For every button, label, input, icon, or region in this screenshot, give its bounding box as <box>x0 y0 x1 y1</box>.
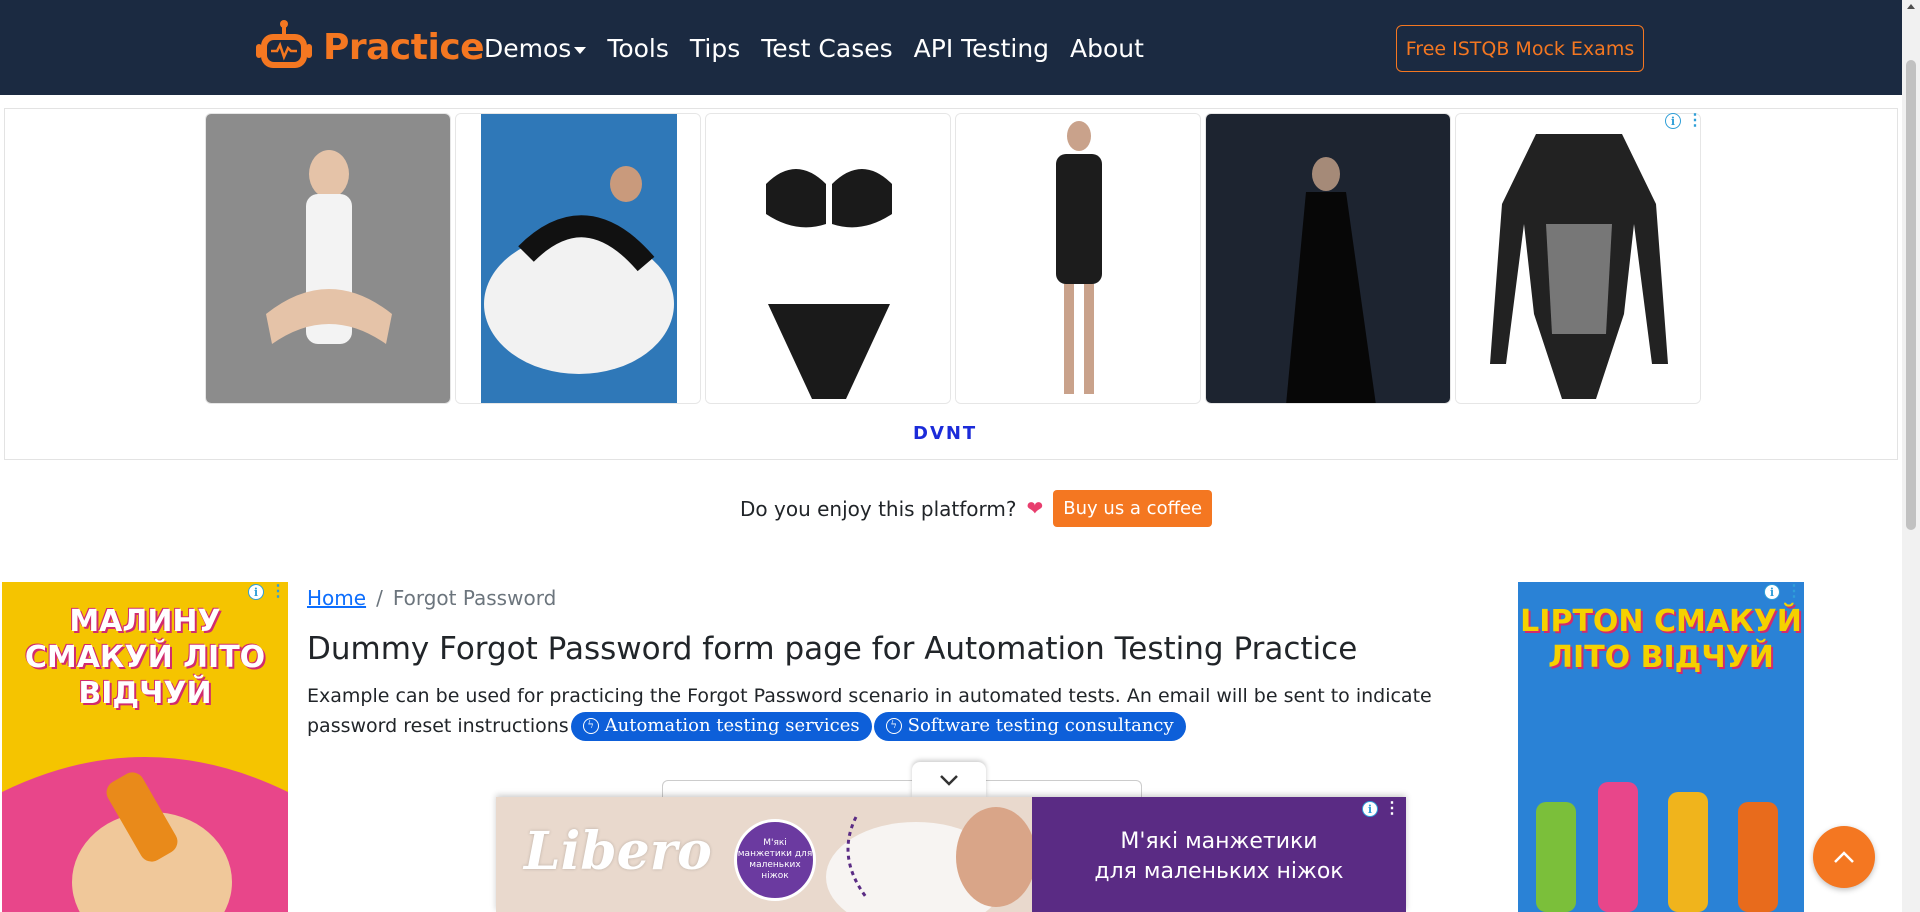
info-icon[interactable]: i <box>1362 801 1378 817</box>
automation-testing-services-link[interactable]: ϟ Automation testing services <box>570 712 872 741</box>
ad-slogan-line-1: М'які манжетики <box>1120 829 1318 854</box>
ad-product-image[interactable] <box>705 113 951 404</box>
bottom-anchor-ad[interactable]: Libero М'які манжетики для маленьких ніж… <box>496 797 1406 912</box>
more-options-icon[interactable]: ⋮ <box>1687 113 1703 129</box>
brand-name: Practice <box>323 26 485 68</box>
breadcrumb-home-link[interactable]: Home <box>307 586 366 610</box>
right-ad-headline: LIPTON СМАКУЙ ЛІТО ВІДЧУЙ <box>1520 604 1802 675</box>
more-options-icon[interactable]: ⋮ <box>270 584 286 600</box>
istqb-mock-exams-button[interactable]: Free ISTQB Mock Exams <box>1396 25 1644 72</box>
info-icon[interactable]: i <box>1764 584 1780 600</box>
right-side-ad[interactable]: LIPTON СМАКУЙ ЛІТО ВІДЧУЙ i ⋮ <box>1518 582 1804 912</box>
ad-product-image[interactable] <box>1455 113 1701 404</box>
ad-photo-white-dress <box>206 114 450 403</box>
ad-product-image[interactable] <box>205 113 451 404</box>
ad-brand-logo: Libero <box>524 821 712 882</box>
nav-tips[interactable]: Tips <box>690 34 740 63</box>
main-nav: Demos Tools Tips Test Cases API Testing … <box>484 34 1165 63</box>
ad-photo-black-gown <box>1206 114 1450 403</box>
nav-demos[interactable]: Demos <box>484 34 587 63</box>
ad-product-image[interactable] <box>955 113 1201 404</box>
ad-illustration <box>2 757 288 912</box>
ad-brand-name[interactable]: DVNT <box>913 423 977 444</box>
ad-choices[interactable]: i ⋮ <box>1362 801 1400 817</box>
more-options-icon[interactable]: ⋮ <box>1384 801 1400 817</box>
scroll-up-arrow-icon[interactable] <box>1907 4 1915 9</box>
software-testing-consultancy-link[interactable]: ϟ Software testing consultancy <box>873 712 1186 741</box>
bolt-icon: ϟ <box>582 718 599 734</box>
breadcrumb-separator: / <box>376 586 383 610</box>
top-navbar: Practice Demos Tools Tips Test Cases API… <box>0 0 1902 95</box>
top-ad-banner[interactable]: i ⋮ DVNT <box>4 108 1898 460</box>
left-side-ad[interactable]: МАЛИНУ СМАКУЙ ЛІТО ВІДЧУЙ i ⋮ <box>2 582 288 912</box>
ad-bottles-illustration <box>1536 782 1778 912</box>
ad-photo-bikini <box>706 114 950 403</box>
nav-about[interactable]: About <box>1070 34 1144 63</box>
chip-label: Software testing consultancy <box>907 715 1174 736</box>
info-icon[interactable]: i <box>248 584 264 600</box>
ad-baby-illustration <box>826 807 1032 912</box>
info-icon[interactable]: i <box>1665 113 1681 129</box>
support-prompt-text: Do you enjoy this platform? <box>740 496 1017 521</box>
caret-down-icon <box>574 46 587 54</box>
ad-choices[interactable]: i ⋮ <box>1665 113 1703 129</box>
brand-link[interactable]: Practice <box>255 18 485 76</box>
chevron-up-icon <box>1834 851 1854 863</box>
nav-api-testing[interactable]: API Testing <box>914 34 1049 63</box>
more-options-icon[interactable]: ⋮ <box>1786 584 1802 600</box>
page-scrollbar[interactable] <box>1902 0 1920 912</box>
breadcrumb-current: Forgot Password <box>392 586 557 610</box>
nav-tools[interactable]: Tools <box>607 34 669 63</box>
ad-photo-leather-dress <box>956 114 1200 403</box>
page-title: Dummy Forgot Password form page for Auto… <box>307 631 1358 667</box>
scrollbar-thumb[interactable] <box>1906 60 1916 530</box>
chevron-down-icon <box>940 775 958 786</box>
robot-logo-icon <box>256 20 312 68</box>
ad-product-image[interactable] <box>455 113 701 404</box>
nav-test-cases[interactable]: Test Cases <box>761 34 892 63</box>
ad-product-image[interactable] <box>1205 113 1451 404</box>
page-description: Example can be used for practicing the F… <box>307 681 1487 741</box>
ad-badge: М'які манжетики для маленьких ніжок <box>734 819 816 901</box>
ad-slogan: М'які манжетики для маленьких ніжок <box>1032 827 1406 887</box>
buy-coffee-button[interactable]: Buy us a coffee <box>1053 490 1213 527</box>
nav-demos-label: Demos <box>484 34 572 63</box>
ad-image-area: Libero М'які манжетики для маленьких ніж… <box>496 797 1032 912</box>
chip-label: Automation testing services <box>604 715 860 736</box>
ad-choices[interactable]: i ⋮ <box>1764 584 1802 600</box>
bolt-icon: ϟ <box>885 718 902 734</box>
support-prompt: Do you enjoy this platform? ❤ Buy us a c… <box>740 490 1213 527</box>
ad-photo-pool-swimsuit <box>456 114 700 403</box>
ad-slogan-line-2: для маленьких ніжок <box>1094 859 1344 884</box>
ad-text-area: М'які манжетики для маленьких ніжок i ⋮ <box>1032 797 1406 912</box>
left-ad-headline: МАЛИНУ СМАКУЙ ЛІТО ВІДЧУЙ <box>24 604 266 711</box>
heart-icon: ❤ <box>1026 498 1044 520</box>
ad-choices[interactable]: i ⋮ <box>248 584 286 600</box>
breadcrumb: Home / Forgot Password <box>307 586 556 610</box>
ad-photo-bodysuit <box>1456 114 1700 403</box>
collapse-ad-button[interactable] <box>912 762 986 798</box>
scroll-to-top-button[interactable] <box>1813 826 1875 888</box>
